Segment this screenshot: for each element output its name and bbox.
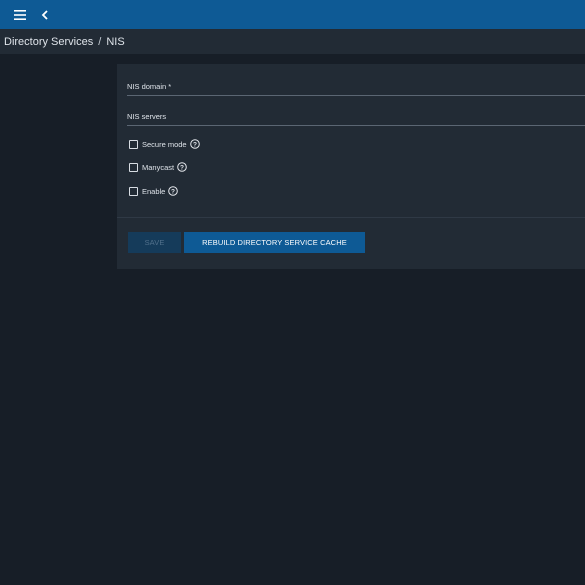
secure-mode-checkbox[interactable] <box>129 139 138 149</box>
nis-form-card: NIS domain * NIS servers Secure mode ? M… <box>117 64 585 269</box>
svg-text:?: ? <box>180 164 184 171</box>
rebuild-cache-button[interactable]: REBUILD DIRECTORY SERVICE CACHE <box>184 232 365 253</box>
help-circle-icon[interactable]: ? <box>168 186 179 196</box>
chevron-left-icon <box>41 9 48 20</box>
enable-checkbox[interactable] <box>129 186 138 196</box>
nis-domain-field[interactable]: NIS domain * <box>127 82 585 96</box>
svg-text:?: ? <box>193 141 197 148</box>
manycast-row: Manycast ? <box>129 161 187 173</box>
nis-servers-input[interactable] <box>127 112 585 125</box>
breadcrumb-nis: NIS <box>106 35 125 48</box>
top-app-bar <box>0 0 585 29</box>
help-circle-icon[interactable]: ? <box>177 162 187 172</box>
breadcrumb: Directory Services / NIS <box>0 29 585 54</box>
nis-domain-input[interactable] <box>127 82 585 95</box>
manycast-checkbox[interactable] <box>129 162 138 172</box>
secure-mode-row: Secure mode ? <box>129 138 200 150</box>
menu-button[interactable] <box>8 0 32 29</box>
enable-label[interactable]: Enable <box>142 187 165 196</box>
divider <box>117 217 585 218</box>
save-button[interactable]: SAVE <box>128 232 181 253</box>
svg-text:?: ? <box>171 188 175 195</box>
enable-row: Enable ? <box>129 185 179 197</box>
breadcrumb-separator: / <box>98 35 102 48</box>
help-circle-icon[interactable]: ? <box>189 139 200 149</box>
nis-servers-field[interactable]: NIS servers <box>127 112 585 126</box>
manycast-label[interactable]: Manycast <box>142 163 174 172</box>
secure-mode-label[interactable]: Secure mode <box>142 140 187 149</box>
breadcrumb-directory-services[interactable]: Directory Services <box>4 36 93 48</box>
menu-icon <box>14 9 26 20</box>
back-button[interactable] <box>33 0 57 29</box>
